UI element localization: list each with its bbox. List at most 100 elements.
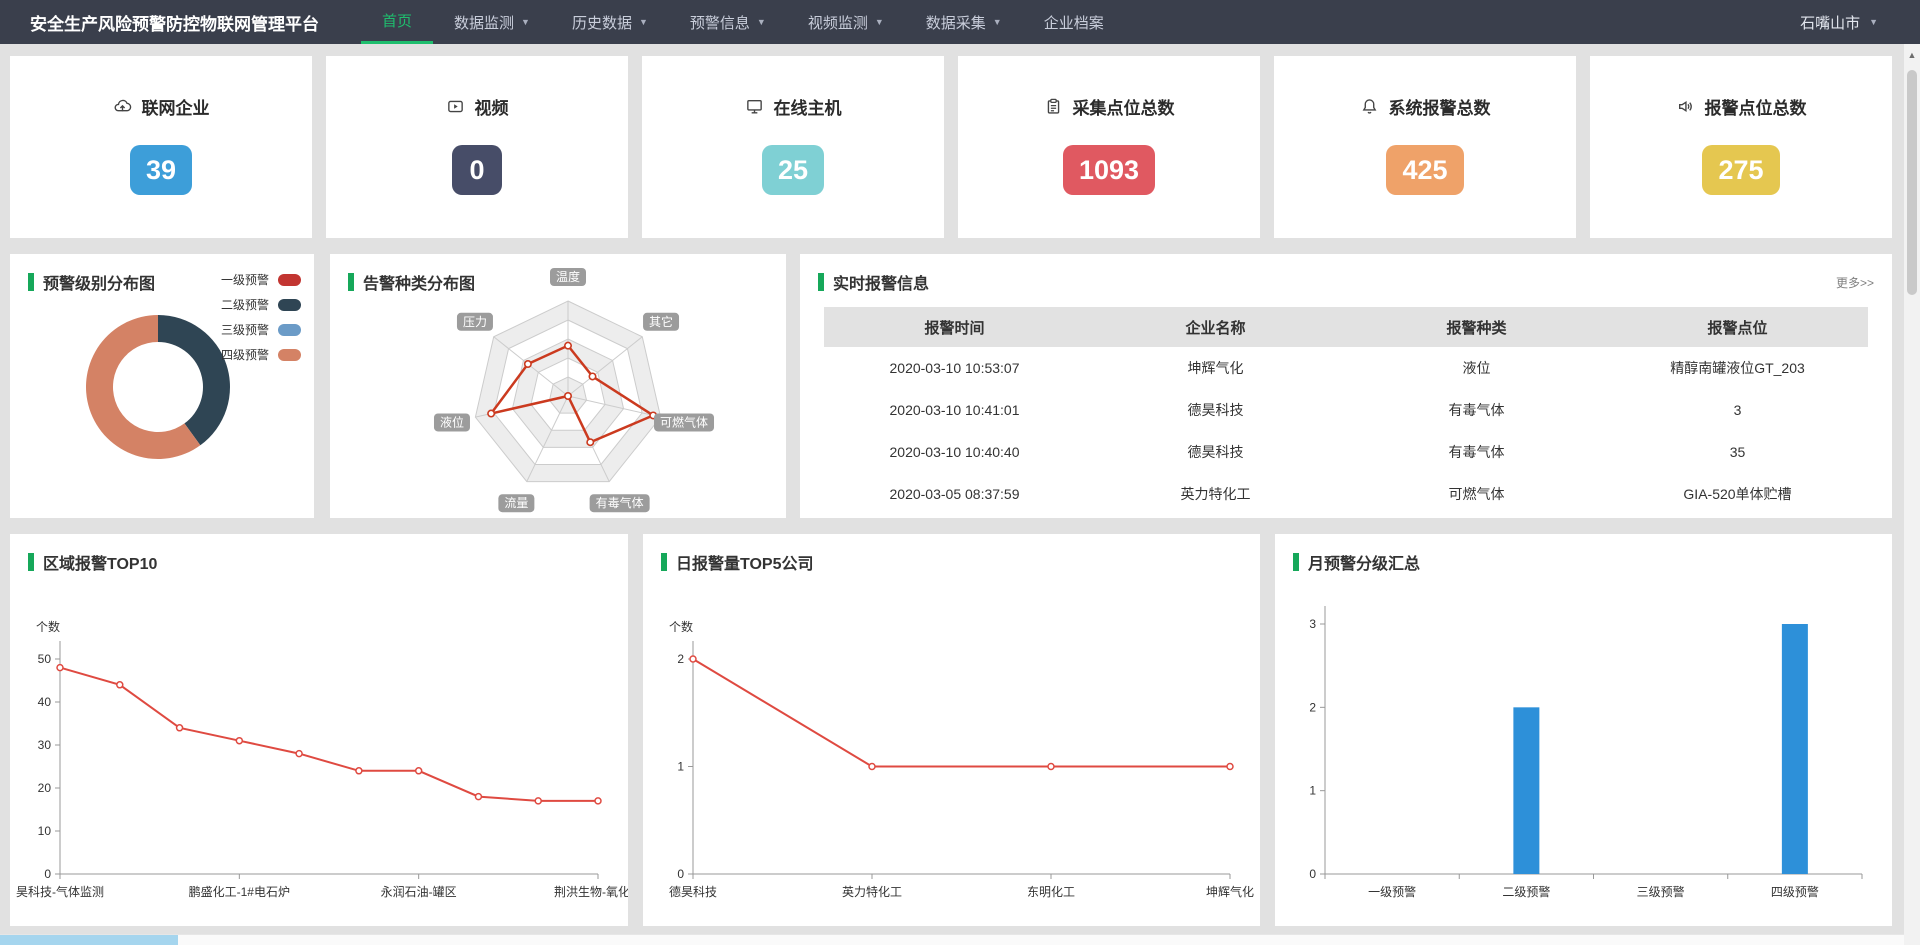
alarm-table-cell: 有毒气体: [1346, 431, 1607, 473]
panel-title: 月预警分级汇总: [1293, 550, 1420, 574]
alarm-table-cell: 2020-03-10 10:41:01: [824, 389, 1085, 431]
nav-item-history-data[interactable]: 历史数据▼: [551, 0, 669, 44]
chevron-down-icon: ▼: [521, 18, 530, 27]
alarm-table-cell: 液位: [1346, 347, 1607, 389]
radar-point-3[interactable]: [587, 439, 593, 445]
radar-point-4[interactable]: [565, 393, 571, 399]
data-point-1[interactable]: [117, 682, 123, 688]
alarm-table-row-0[interactable]: 2020-03-10 10:53:07坤辉气化液位精醇南罐液位GT_203: [824, 347, 1868, 389]
data-point-8[interactable]: [535, 798, 541, 804]
title-accent-bar: [28, 273, 34, 291]
y-tick-label: 50: [38, 652, 52, 666]
alarm-table: 报警时间企业名称报警种类报警点位2020-03-10 10:53:07坤辉气化液…: [824, 307, 1868, 515]
nav-item-label: 数据采集: [926, 12, 986, 33]
cloud-icon: [113, 97, 132, 116]
data-point-1[interactable]: [869, 764, 875, 770]
legend-item-level-2[interactable]: 二级预警: [221, 292, 301, 317]
alarm-table-cell: 2020-03-05 08:37:59: [824, 473, 1085, 515]
region-top10-line-chart: 01020304050个数昊科技-气体监测鹏盛化工-1#电石炉永润石油-罐区荆洪…: [10, 534, 628, 926]
legend-item-level-4[interactable]: 四级预警: [221, 342, 301, 367]
bar-1[interactable]: [1513, 707, 1539, 874]
alarm-table-cell: GIA-520单体贮槽: [1607, 473, 1868, 515]
alarm-table-row-3[interactable]: 2020-03-05 08:37:59英力特化工可燃气体GIA-520单体贮槽: [824, 473, 1868, 515]
data-point-3[interactable]: [1227, 764, 1233, 770]
legend-item-level-1[interactable]: 一级预警: [221, 267, 301, 292]
panel-title: 区域报警TOP10: [28, 550, 157, 574]
monthly-summary-bar-chart: 0123一级预警二级预警三级预警四级预警: [1275, 534, 1892, 926]
nav-item-video-monitoring[interactable]: 视频监测▼: [787, 0, 905, 44]
legend-item-level-3[interactable]: 三级预警: [221, 317, 301, 342]
alarm-table-cell: 2020-03-10 10:53:07: [824, 347, 1085, 389]
legend-label: 二级预警: [221, 296, 269, 313]
data-point-7[interactable]: [475, 794, 481, 800]
stat-card-alarm-points-total: 报警点位总数275: [1590, 56, 1892, 238]
data-point-2[interactable]: [177, 725, 183, 731]
y-tick-label: 0: [1309, 867, 1316, 881]
region-selector[interactable]: 石嘴山市 ▼: [1800, 12, 1878, 33]
bar-3[interactable]: [1782, 624, 1808, 874]
donut-slice-level-2[interactable]: [158, 315, 230, 445]
nav-item-warning-info[interactable]: 预警信息▼: [669, 0, 787, 44]
horizontal-scrollbar-thumb[interactable]: [0, 935, 178, 945]
radar-point-0[interactable]: [565, 342, 571, 348]
alarm-table-cell: 德昊科技: [1085, 389, 1346, 431]
svg-text:其它: 其它: [649, 314, 673, 329]
y-tick-label: 20: [38, 781, 52, 795]
video-icon: [446, 97, 465, 116]
stat-label: 系统报警总数: [1389, 94, 1491, 119]
legend-swatch: [278, 299, 301, 311]
radar-point-5[interactable]: [488, 410, 494, 416]
region-label: 石嘴山市: [1800, 12, 1860, 33]
nav-item-data-monitoring[interactable]: 数据监测▼: [433, 0, 551, 44]
radar-point-1[interactable]: [589, 373, 595, 379]
legend-swatch: [278, 349, 301, 361]
title-accent-bar: [28, 553, 34, 571]
scroll-up-arrow-icon[interactable]: ▲: [1904, 50, 1920, 60]
x-tick-label: 三级预警: [1637, 884, 1685, 899]
alarm-table-row-1[interactable]: 2020-03-10 10:41:01德昊科技有毒气体3: [824, 389, 1868, 431]
y-tick-label: 1: [1309, 784, 1316, 798]
y-tick-label: 3: [1309, 617, 1316, 631]
stat-card-videos: 视频0: [326, 56, 628, 238]
data-point-0[interactable]: [690, 656, 696, 662]
x-tick-label: 鹏盛化工-1#电石炉: [189, 884, 290, 899]
vertical-scrollbar-thumb[interactable]: [1907, 70, 1917, 295]
nav-item-data-collection[interactable]: 数据采集 ▼: [905, 0, 1023, 44]
middle-row: 预警级别分布图 一级预警二级预警三级预警四级预警 告警种类分布图 温度其它可燃气…: [10, 254, 1892, 518]
radar-indicator-label: 压力: [457, 313, 493, 331]
chevron-down-icon: ▼: [1869, 18, 1878, 27]
y-tick-label: 0: [677, 867, 684, 881]
alarm-table-row-2[interactable]: 2020-03-10 10:40:40德昊科技有毒气体35: [824, 431, 1868, 473]
alarm-table-cell: 坤辉气化: [1085, 347, 1346, 389]
y-tick-label: 0: [44, 867, 51, 881]
stat-value-badge: 1093: [1063, 145, 1155, 195]
data-point-2[interactable]: [1048, 764, 1054, 770]
data-point-6[interactable]: [416, 768, 422, 774]
nav-item-enterprise-archive[interactable]: 企业档案: [1023, 0, 1125, 44]
stat-label: 在线主机: [774, 94, 842, 119]
svg-text:温度: 温度: [556, 269, 580, 284]
more-link[interactable]: 更多>>: [1836, 274, 1874, 291]
clipboard-icon: [1044, 97, 1063, 116]
chevron-down-icon: ▼: [757, 18, 766, 27]
alarm-table-header-row: 报警时间企业名称报警种类报警点位: [824, 307, 1868, 347]
radar-point-6[interactable]: [525, 361, 531, 367]
realtime-alarm-panel: 实时报警信息 更多>> 报警时间企业名称报警种类报警点位2020-03-10 1…: [800, 254, 1892, 518]
data-point-5[interactable]: [356, 768, 362, 774]
main-menu: 首页数据监测▼历史数据▼预警信息▼视频监测▼ 数据采集 ▼ 企业档案: [361, 0, 1125, 44]
chevron-down-icon: ▼: [993, 18, 1002, 27]
data-point-4[interactable]: [296, 751, 302, 757]
alarm-table-cell: 有毒气体: [1346, 389, 1607, 431]
data-point-0[interactable]: [57, 665, 63, 671]
data-point-3[interactable]: [236, 738, 242, 744]
stat-card-head: 联网企业: [113, 94, 210, 119]
vertical-scrollbar[interactable]: ▲: [1904, 44, 1920, 945]
alarm-table-header-cell: 报警时间: [824, 307, 1085, 347]
radar-indicator-label: 温度: [550, 268, 586, 286]
monthly-summary-panel: 月预警分级汇总 0123一级预警二级预警三级预警四级预警: [1275, 534, 1892, 926]
data-point-9[interactable]: [595, 798, 601, 804]
alarm-table-cell: 3: [1607, 389, 1868, 431]
chevron-down-icon: ▼: [875, 18, 884, 27]
nav-item-home[interactable]: 首页: [361, 0, 433, 44]
horizontal-scrollbar[interactable]: [0, 934, 1904, 945]
